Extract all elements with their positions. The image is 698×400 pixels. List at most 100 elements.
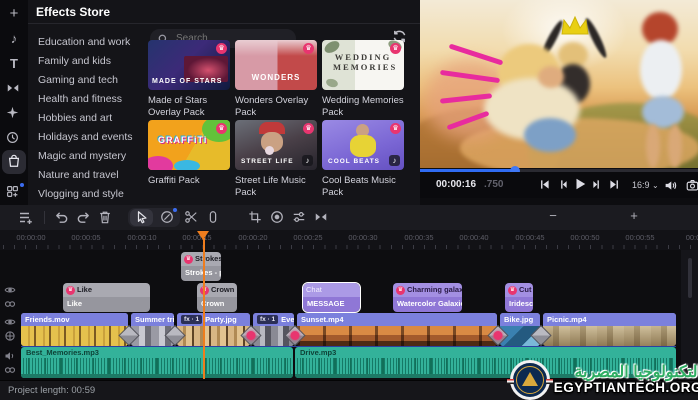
effects-store-icon[interactable]	[7, 154, 23, 170]
category-education[interactable]: Education and work	[38, 33, 148, 51]
premium-badge-icon: ♛	[303, 123, 314, 134]
premium-badge-icon: ♛	[396, 286, 405, 295]
premium-badge-icon: ♛	[66, 286, 75, 295]
edit-tool-icon[interactable]	[160, 210, 176, 226]
pack-name: Cool Beats Music Pack	[322, 175, 404, 199]
category-holidays[interactable]: Holidays and events	[38, 128, 148, 146]
ruler-label: 00:0	[686, 233, 698, 242]
clip-like[interactable]: ♛Like Like	[63, 283, 150, 312]
clip-best-memories-mp3[interactable]: Best_Memories.mp3	[21, 347, 293, 378]
clip-event[interactable]: fx · 1Event	[253, 313, 294, 346]
fx-badge: fx · 1	[257, 315, 278, 324]
timecode: 00:00:16	[436, 179, 476, 190]
select-tool-icon[interactable]	[135, 210, 151, 226]
pack-thumbnail: MADE OF STARS ♛	[148, 40, 230, 90]
mask-tool-icon[interactable]	[206, 210, 222, 226]
pack-graffiti[interactable]: GRAFFiTi ♛ Graffiti Pack	[148, 120, 230, 187]
clip-picnic-mp4[interactable]: Picnic.mp4	[543, 313, 676, 346]
adjust-sliders-icon[interactable]	[292, 210, 308, 226]
project-length-label: Project length: 00:59	[8, 385, 95, 396]
scrollbar-thumb[interactable]	[688, 258, 692, 298]
ruler-label: 00:00:20	[238, 233, 267, 242]
preview-player[interactable]	[420, 0, 698, 168]
category-hobbies[interactable]: Hobbies and art	[38, 109, 148, 127]
playhead-line	[203, 238, 205, 379]
transition-badge-icon[interactable]	[291, 331, 300, 340]
delete-icon[interactable]	[98, 210, 114, 226]
left-icon-rail: + ♪ T	[0, 0, 28, 205]
pack-wonders[interactable]: WONDERS ♛ Wonders Overlay Pack	[235, 40, 317, 119]
effects-store-panel: Effects Store Education and work Family …	[28, 0, 420, 205]
pack-street-life[interactable]: STREET LIFE ♪ ♛ Street Life Music Pack	[235, 120, 317, 199]
clip-sunset-mp4[interactable]: Sunset.mp4	[297, 313, 497, 346]
clip-charming-galaxy[interactable]: ♛Charming galaxy Watercolor Galaxies	[393, 283, 462, 312]
category-family[interactable]: Family and kids	[38, 52, 148, 70]
category-nature[interactable]: Nature and travel	[38, 166, 148, 184]
pack-thumbnail: WONDERS ♛	[235, 40, 317, 90]
category-vlogging[interactable]: Vlogging and style	[38, 185, 148, 203]
clip-friends-mov[interactable]: Friends.mov	[21, 313, 128, 346]
crown-effect-overlay	[558, 14, 592, 38]
clip-bike-jpg[interactable]: Bike.jpg	[500, 313, 540, 346]
ruler-label: 00:00:45	[515, 233, 544, 242]
titles-icon[interactable]: T	[6, 56, 22, 72]
skip-start-icon[interactable]	[539, 179, 550, 190]
pack-thumbnail: WEDDING MEMORIES ♛	[322, 40, 404, 90]
clip-strokes[interactable]: ♛Strokes Strokes - p	[181, 252, 221, 281]
watermark: التكنولوجيا المصرية EGYPTIANTECH.ORG	[510, 360, 698, 400]
record-icon[interactable]	[270, 210, 286, 226]
stickers-icon[interactable]	[6, 131, 22, 147]
snapshot-icon[interactable]	[686, 179, 698, 192]
zoom-out-icon[interactable]: −	[547, 208, 559, 223]
overlay-track-link-icon[interactable]	[4, 298, 16, 310]
audio-track-link-icon[interactable]	[4, 364, 16, 376]
volume-icon[interactable]	[664, 179, 677, 192]
video-track-visibility-icon[interactable]	[4, 316, 16, 328]
play-icon[interactable]	[573, 177, 587, 191]
split-scissors-icon[interactable]	[184, 210, 200, 226]
music-note-icon: ♪	[302, 155, 313, 166]
time-ruler[interactable]: 00:00:00 00:00:05 00:00:10 00:00:15 00:0…	[0, 230, 698, 251]
transition-tool-icon[interactable]	[314, 210, 330, 226]
redo-icon[interactable]	[76, 210, 92, 226]
premium-badge-icon: ♛	[216, 123, 227, 134]
premium-badge-icon: ♛	[390, 123, 401, 134]
crop-icon[interactable]	[248, 210, 264, 226]
category-health[interactable]: Health and fitness	[38, 90, 148, 108]
transition-badge-icon[interactable]	[494, 331, 503, 340]
category-gaming[interactable]: Gaming and tech	[38, 71, 148, 89]
audio-track-mute-icon[interactable]	[4, 350, 16, 362]
aspect-ratio-dropdown[interactable]: 16:9 ⌄	[632, 180, 659, 190]
undo-icon[interactable]	[54, 210, 70, 226]
transitions-icon[interactable]	[6, 81, 22, 97]
pack-made-of-stars[interactable]: MADE OF STARS ♛ Made of Stars Overlay Pa…	[148, 40, 230, 119]
clip-cut-iridescent[interactable]: ♛Cut Iridesc	[505, 283, 533, 312]
effects-icon[interactable]	[6, 106, 22, 122]
previous-frame-icon[interactable]	[557, 179, 568, 190]
next-frame-icon[interactable]	[592, 179, 603, 190]
transition-badge-icon[interactable]	[247, 331, 256, 340]
ruler-label: 00:00:10	[127, 233, 156, 242]
skip-end-icon[interactable]	[609, 179, 620, 190]
audio-icon[interactable]: ♪	[6, 31, 22, 47]
zoom-in-icon[interactable]: +	[628, 208, 640, 223]
add-track-icon[interactable]	[18, 210, 34, 226]
pack-cool-beats[interactable]: COOL BEATS ♪ ♛ Cool Beats Music Pack	[322, 120, 404, 199]
add-media-icon[interactable]: +	[6, 6, 22, 22]
video-track-lock-icon[interactable]	[4, 330, 16, 342]
category-magic[interactable]: Magic and mystery	[38, 147, 148, 165]
pack-name: Street Life Music Pack	[235, 175, 317, 199]
pack-thumbnail: GRAFFiTi ♛	[148, 120, 230, 170]
ruler-label: 00:00:00	[16, 233, 45, 242]
watermark-site-text: EGYPTIANTECH.ORG	[554, 381, 698, 395]
fx-badge: fx · 1	[181, 315, 202, 324]
clip-summer-trip[interactable]: Summer trip.	[131, 313, 174, 346]
pack-thumbnail: COOL BEATS ♪ ♛	[322, 120, 404, 170]
clip-party-jpg[interactable]: fx · 1Party.jpg	[177, 313, 250, 346]
overlay-track-visibility-icon[interactable]	[4, 284, 16, 296]
pack-wedding-memories[interactable]: WEDDING MEMORIES ♛ Wedding Memories Pack	[322, 40, 404, 119]
pack-thumbnail: STREET LIFE ♪ ♛	[235, 120, 317, 170]
clip-chat-message[interactable]: Chat MESSAGE	[303, 283, 360, 312]
panel-title: Effects Store	[36, 5, 110, 19]
more-tools-icon[interactable]	[6, 185, 22, 201]
